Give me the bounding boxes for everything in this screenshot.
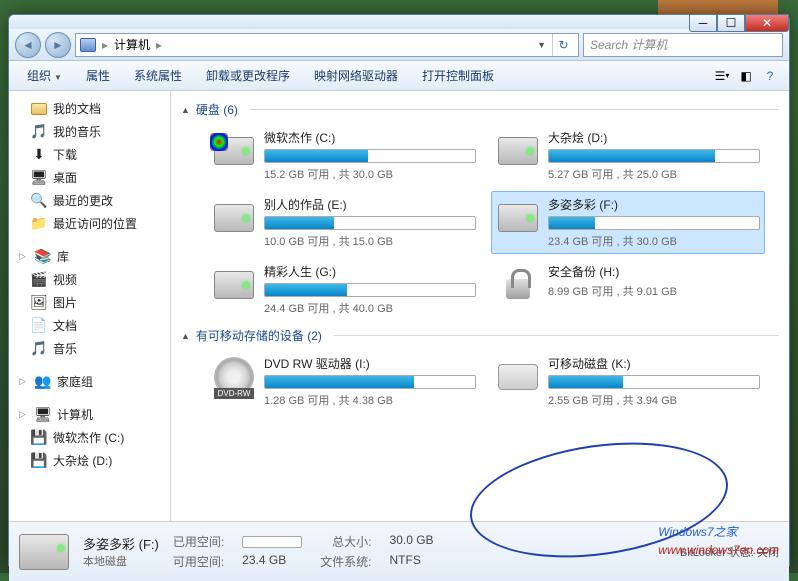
drive-icon xyxy=(212,355,256,399)
drive-item[interactable]: 可移动磁盘 (K:) 2.55 GB 可用 , 共 3.94 GB xyxy=(491,350,765,413)
drive-name: 大杂烩 (D:) xyxy=(548,129,760,146)
group-hdd[interactable]: ▲硬盘 (6) xyxy=(181,95,779,124)
back-button[interactable]: ◄ xyxy=(15,32,41,58)
drive-space: 8.99 GB 可用 , 共 9.01 GB xyxy=(548,283,760,299)
help-icon[interactable]: ? xyxy=(759,65,781,87)
drive-icon xyxy=(212,263,256,307)
drive-space: 2.55 GB 可用 , 共 3.94 GB xyxy=(548,392,760,408)
drive-item[interactable]: 精彩人生 (G:) 24.4 GB 可用 , 共 40.0 GB xyxy=(207,258,481,321)
sidebar-item[interactable]: 📁最近访问的位置 xyxy=(9,212,170,235)
drive-name: 别人的作品 (E:) xyxy=(264,196,476,213)
sidebar-item[interactable]: 🖥桌面 xyxy=(9,166,170,189)
drive-item[interactable]: 大杂烩 (D:) 5.27 GB 可用 , 共 25.0 GB xyxy=(491,124,765,187)
maximize-button[interactable]: ☐ xyxy=(717,14,745,32)
watermark: Windows7之家 www.windows7en.com xyxy=(658,523,779,559)
sidebar-item[interactable]: 📄文档 xyxy=(9,314,170,337)
breadcrumb-location[interactable]: 计算机 xyxy=(114,36,150,53)
drive-item[interactable]: DVD RW 驱动器 (I:) 1.28 GB 可用 , 共 4.38 GB xyxy=(207,350,481,413)
details-name: 多姿多彩 (F:) xyxy=(83,534,159,553)
sidebar-item[interactable]: 我的文档 xyxy=(9,97,170,120)
minimize-button[interactable]: ─ xyxy=(689,14,717,32)
map-network-button[interactable]: 映射网络驱动器 xyxy=(304,63,408,88)
drive-icon xyxy=(212,129,256,173)
sidebar-item[interactable]: 🔍最近的更改 xyxy=(9,189,170,212)
drive-icon xyxy=(496,355,540,399)
close-button[interactable]: ✕ xyxy=(745,14,789,32)
drive-name: 安全备份 (H:) xyxy=(548,263,760,280)
breadcrumb-sep-icon: ▸ xyxy=(156,38,162,52)
drive-icon xyxy=(212,196,256,240)
control-panel-button[interactable]: 打开控制面板 xyxy=(412,63,504,88)
sidebar-item[interactable]: ⬇下载 xyxy=(9,143,170,166)
sidebar-libraries[interactable]: ▷📚库 xyxy=(9,245,170,268)
sidebar-homegroup[interactable]: ▷👥家庭组 xyxy=(9,370,170,393)
drive-item[interactable]: 多姿多彩 (F:) 23.4 GB 可用 , 共 30.0 GB xyxy=(491,191,765,254)
drive-space: 15.2 GB 可用 , 共 30.0 GB xyxy=(264,166,476,182)
organize-button[interactable]: 组织▼ xyxy=(17,63,72,88)
sidebar-item[interactable]: 💾大杂烩 (D:) xyxy=(9,449,170,472)
computer-icon xyxy=(80,38,96,52)
drive-space: 10.0 GB 可用 , 共 15.0 GB xyxy=(264,233,476,249)
drive-icon xyxy=(496,129,540,173)
refresh-button[interactable]: ↻ xyxy=(552,34,574,56)
titlebar[interactable]: ─ ☐ ✕ xyxy=(9,15,789,29)
drive-name: 多姿多彩 (F:) xyxy=(548,196,760,213)
drive-name: DVD RW 驱动器 (I:) xyxy=(264,355,476,372)
view-options-icon[interactable]: ☰▾ xyxy=(711,65,733,87)
drive-item[interactable]: 安全备份 (H:) 8.99 GB 可用 , 共 9.01 GB xyxy=(491,258,765,321)
drive-icon xyxy=(19,534,69,570)
uninstall-button[interactable]: 卸载或更改程序 xyxy=(196,63,300,88)
drive-space: 23.4 GB 可用 , 共 30.0 GB xyxy=(548,233,760,249)
drive-item[interactable]: 微软杰作 (C:) 15.2 GB 可用 , 共 30.0 GB xyxy=(207,124,481,187)
preview-pane-icon[interactable]: ◧ xyxy=(735,65,757,87)
system-properties-button[interactable]: 系统属性 xyxy=(124,63,192,88)
drive-space: 5.27 GB 可用 , 共 25.0 GB xyxy=(548,166,760,182)
sidebar-item[interactable]: 💾微软杰作 (C:) xyxy=(9,426,170,449)
drive-icon xyxy=(496,196,540,240)
group-removable[interactable]: ▲有可移动存储的设备 (2) xyxy=(181,321,779,350)
sidebar-computer[interactable]: ▷🖥计算机 xyxy=(9,403,170,426)
address-bar[interactable]: ▸ 计算机 ▸ ▼ ↻ xyxy=(75,33,579,57)
drive-name: 微软杰作 (C:) xyxy=(264,129,476,146)
address-dropdown-icon[interactable]: ▼ xyxy=(537,40,546,50)
sidebar-item[interactable]: 🎵我的音乐 xyxy=(9,120,170,143)
drive-space: 24.4 GB 可用 , 共 40.0 GB xyxy=(264,300,476,316)
sidebar-item[interactable]: 🎵音乐 xyxy=(9,337,170,360)
forward-button[interactable]: ► xyxy=(45,32,71,58)
explorer-window: ─ ☐ ✕ ◄ ► ▸ 计算机 ▸ ▼ ↻ Search 计算机 组织▼ 属性 … xyxy=(8,14,790,566)
properties-button[interactable]: 属性 xyxy=(76,63,120,88)
toolbar: 组织▼ 属性 系统属性 卸载或更改程序 映射网络驱动器 打开控制面板 ☰▾ ◧ … xyxy=(9,61,789,91)
breadcrumb-sep-icon: ▸ xyxy=(102,38,108,52)
drive-space: 1.28 GB 可用 , 共 4.38 GB xyxy=(264,392,476,408)
drive-name: 可移动磁盘 (K:) xyxy=(548,355,760,372)
drive-icon xyxy=(496,263,540,307)
details-type: 本地磁盘 xyxy=(83,553,159,569)
main-pane: ▲硬盘 (6) 微软杰作 (C:) 15.2 GB 可用 , 共 30.0 GB 大… xyxy=(171,91,789,521)
sidebar: 我的文档🎵我的音乐⬇下载🖥桌面🔍最近的更改📁最近访问的位置 ▷📚库 🎬视频🖼图片… xyxy=(9,91,171,521)
drive-name: 精彩人生 (G:) xyxy=(264,263,476,280)
nav-bar: ◄ ► ▸ 计算机 ▸ ▼ ↻ Search 计算机 xyxy=(9,29,789,61)
sidebar-item[interactable]: 🎬视频 xyxy=(9,268,170,291)
sidebar-item[interactable]: 🖼图片 xyxy=(9,291,170,314)
drive-item[interactable]: 别人的作品 (E:) 10.0 GB 可用 , 共 15.0 GB xyxy=(207,191,481,254)
search-input[interactable]: Search 计算机 xyxy=(583,33,783,57)
